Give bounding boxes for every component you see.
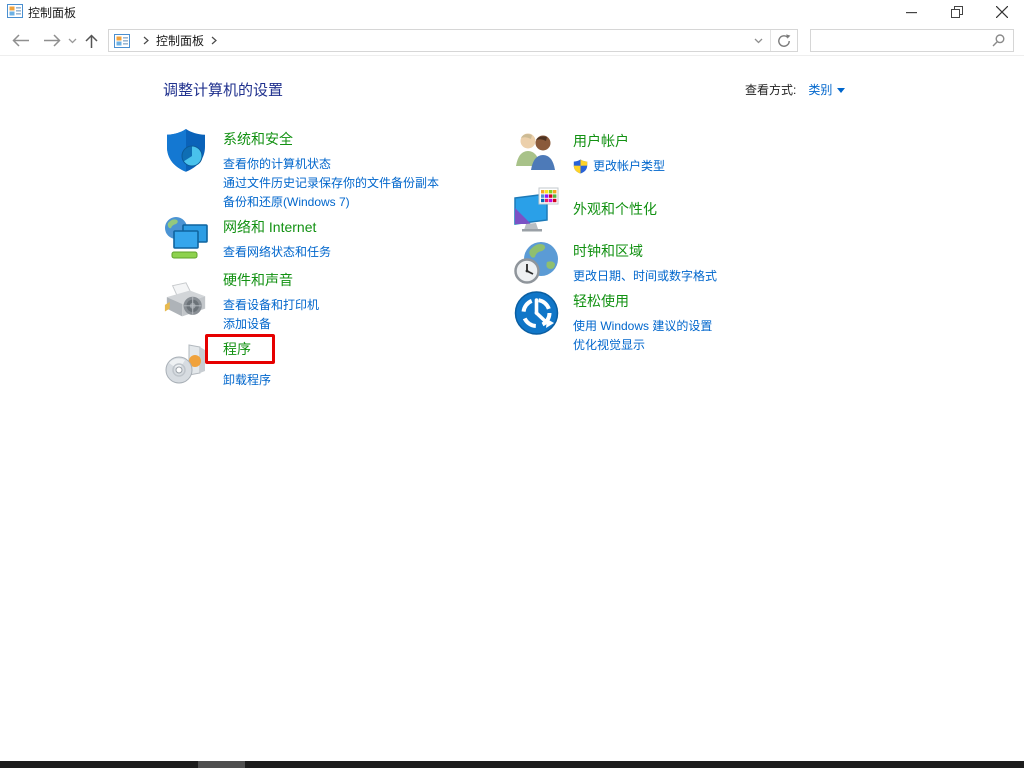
dropdown-arrow-icon[interactable] [837,88,845,93]
task-link[interactable]: 备份和还原(Windows 7) [223,193,439,212]
up-button[interactable] [85,34,98,49]
close-button[interactable] [979,0,1024,24]
task-link[interactable]: 更改帐户类型 [593,157,665,176]
category-appearance-personalization: 外观和个性化 [513,186,873,232]
network-icon[interactable] [163,216,209,262]
view-by-control: 查看方式: 类别 [745,81,845,98]
security-shield-icon[interactable] [163,128,209,212]
category-title-ease-of-access[interactable]: 轻松使用 [573,291,629,311]
view-by-label: 查看方式: [745,81,796,98]
breadcrumb-chevron-icon[interactable] [143,36,149,45]
uac-shield-icon [573,159,588,174]
search-box [810,29,1014,52]
category-user-accounts: 用户帐户 更改帐户类型 [513,130,873,176]
search-input[interactable] [811,30,992,51]
task-link[interactable]: 添加设备 [223,315,319,334]
category-title-user-accounts[interactable]: 用户帐户 [573,131,629,151]
category-title-hardware-sound[interactable]: 硬件和声音 [223,270,293,290]
navigation-bar: 控制面板 [0,26,1024,56]
task-link[interactable]: 通过文件历史记录保存你的文件备份副本 [223,174,439,193]
task-link[interactable]: 优化视觉显示 [573,336,712,355]
user-accounts-icon[interactable] [513,130,559,176]
category-system-security: 系统和安全 查看你的计算机状态 通过文件历史记录保存你的文件备份副本 备份和还原… [163,128,523,212]
taskbar-active-button[interactable] [198,761,245,768]
category-hardware-sound: 硬件和声音 查看设备和打印机 添加设备 [163,269,523,334]
task-link[interactable]: 查看设备和打印机 [223,296,319,315]
category-title-clock-region[interactable]: 时钟和区域 [573,241,643,261]
category-network-internet: 网络和 Internet 查看网络状态和任务 [163,216,523,262]
forward-button[interactable] [43,34,61,47]
task-link[interactable]: 查看网络状态和任务 [223,243,331,262]
breadcrumb-control-panel[interactable]: 控制面板 [156,32,204,49]
category-title-system-security[interactable]: 系统和安全 [223,129,293,149]
search-icon[interactable] [992,34,1005,47]
ease-of-access-icon[interactable] [513,290,559,355]
category-title-network-internet[interactable]: 网络和 Internet [223,217,316,237]
title-bar: 控制面板 [0,0,1024,24]
category-title-appearance[interactable]: 外观和个性化 [573,199,657,219]
breadcrumb-chevron-icon[interactable] [211,36,217,45]
recent-pages-chevron-icon[interactable] [68,38,77,44]
printer-icon[interactable] [163,269,209,334]
task-link[interactable]: 查看你的计算机状态 [223,155,439,174]
minimize-button[interactable] [889,0,934,24]
taskbar [0,761,1024,768]
programs-icon[interactable] [163,338,209,390]
view-by-value-link[interactable]: 类别 [808,81,832,98]
address-bar[interactable]: 控制面板 [108,29,798,52]
back-button[interactable] [12,34,30,47]
control-panel-icon [114,34,130,48]
page-title: 调整计算机的设置 [163,79,283,100]
refresh-icon[interactable] [770,30,797,51]
category-ease-of-access: 轻松使用 使用 Windows 建议的设置 优化视觉显示 [513,290,873,355]
appearance-icon[interactable] [513,186,559,232]
task-link[interactable]: 使用 Windows 建议的设置 [573,317,712,336]
control-panel-icon [7,4,23,23]
task-link[interactable]: 卸载程序 [223,371,271,390]
address-dropdown-chevron-icon[interactable] [746,30,770,51]
category-clock-region: 时钟和区域 更改日期、时间或数字格式 [513,240,873,286]
task-link[interactable]: 更改日期、时间或数字格式 [573,267,717,286]
clock-region-icon[interactable] [513,240,559,286]
window-title: 控制面板 [28,4,76,21]
restore-button[interactable] [934,0,979,24]
highlight-annotation-box [205,334,275,364]
